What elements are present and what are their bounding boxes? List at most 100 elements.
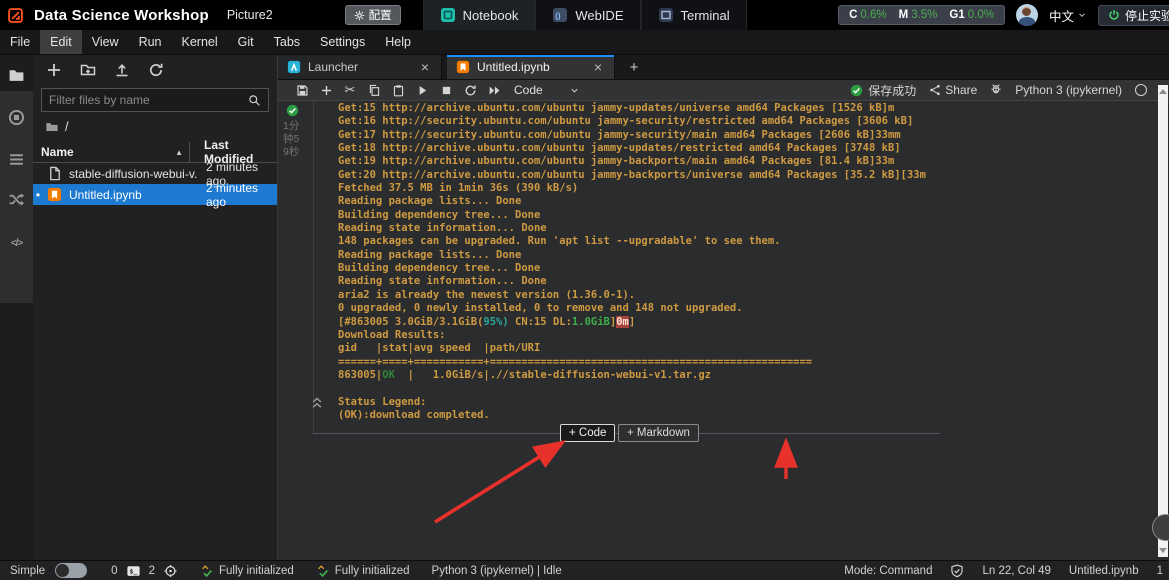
top-nav-terminal[interactable]: Terminal [641, 0, 747, 30]
menu-help[interactable]: Help [375, 30, 421, 54]
stat-g1: G10.0% [949, 9, 994, 21]
file-row[interactable]: •Untitled.ipynb2 minutes ago [33, 184, 277, 205]
add-markdown-cell-button[interactable]: + Markdown [618, 424, 699, 442]
output-line: Get:16 http://security.ubuntu.com/ubuntu… [338, 115, 1148, 128]
tab-label: Untitled.ipynb [477, 60, 550, 74]
activity-code-icon[interactable]: </> [0, 231, 33, 255]
output-line: Status Legend: [338, 396, 1148, 409]
menu-settings[interactable]: Settings [310, 30, 375, 54]
activity-folder-icon[interactable] [0, 63, 33, 87]
user-avatar[interactable] [1016, 4, 1038, 26]
vertical-scrollbar[interactable] [1158, 85, 1168, 557]
stop-icon[interactable] [434, 82, 458, 98]
menu-view[interactable]: View [82, 30, 129, 54]
menu-tabs[interactable]: Tabs [264, 30, 310, 54]
terminal-badge-icon[interactable]: $_ [126, 564, 141, 578]
close-icon[interactable]: × [418, 59, 432, 75]
app-window: Data Science Workshop Picture2 配置 Notebo… [0, 0, 1169, 580]
restart-icon[interactable] [458, 82, 482, 98]
output-line [338, 382, 1148, 395]
chevron-down-icon [1077, 10, 1087, 20]
stop-experiment-button[interactable]: 停止实验 [1098, 5, 1169, 26]
kernel-name-label[interactable]: Python 3 (ipykernel) [1015, 83, 1122, 97]
run-all-icon[interactable] [482, 82, 506, 98]
mode-indicator[interactable]: Mode: Command [844, 565, 932, 577]
sort-asc-icon: ▲ [175, 148, 183, 157]
close-icon[interactable]: × [591, 59, 605, 75]
copy-icon[interactable] [362, 82, 386, 98]
add-cell-icon[interactable] [314, 82, 338, 98]
upload-icon[interactable] [114, 62, 131, 79]
webide-app-icon: () [552, 7, 568, 23]
add-code-cell-button[interactable]: + Code [560, 424, 615, 442]
output-line: Get:18 http://archive.ubuntu.com/ubuntu … [338, 142, 1148, 155]
activity-shuffle-icon[interactable] [0, 187, 33, 211]
cell-type-dropdown[interactable]: Code [514, 83, 580, 97]
gear-icon [354, 10, 365, 21]
activity-stop-circle-icon[interactable] [0, 105, 33, 129]
top-nav-notebook[interactable]: Notebook [423, 0, 536, 30]
add-tab-icon[interactable]: + [620, 55, 648, 79]
git-status-2[interactable]: Fully initialized [316, 564, 410, 578]
new-launcher-icon[interactable] [46, 62, 63, 79]
share-icon [929, 84, 941, 96]
output-line: Get:19 http://archive.ubuntu.com/ubuntu … [338, 155, 1148, 168]
stat-c: C0.6% [849, 9, 887, 21]
run-icon[interactable] [410, 82, 434, 98]
breadcrumb[interactable]: / [45, 118, 68, 136]
trust-shield-icon[interactable] [950, 564, 964, 578]
notebook-file-icon [456, 60, 470, 74]
kernel-status-icon[interactable] [1135, 84, 1147, 96]
output-line: Reading package lists... Done [338, 195, 1148, 208]
brand-logo-icon [0, 7, 30, 24]
cell-success-check-icon [286, 104, 299, 117]
scrollbar-up-arrow-icon[interactable] [1159, 89, 1167, 94]
output-line: (OK):download completed. [338, 409, 1148, 422]
search-icon [248, 94, 261, 107]
output-line: Building dependency tree... Done [338, 262, 1148, 275]
breadcrumb-root[interactable]: / [65, 120, 68, 134]
notification-count[interactable]: 1 [1157, 565, 1163, 577]
cursor-position[interactable]: Ln 22, Col 49 [982, 565, 1050, 577]
simple-mode-toggle[interactable] [55, 563, 87, 578]
active-filename[interactable]: Untitled.ipynb [1069, 565, 1139, 577]
red-arrow-to-code-button [435, 444, 560, 522]
kernel-gear-icon[interactable] [163, 564, 178, 578]
menu-git[interactable]: Git [228, 30, 264, 54]
nav-tab-label: Notebook [463, 8, 519, 23]
config-button[interactable]: 配置 [345, 5, 401, 25]
git-status-1[interactable]: Fully initialized [200, 564, 294, 578]
collapse-output-chevrons-icon[interactable] [310, 395, 324, 411]
paste-icon[interactable] [386, 82, 410, 98]
file-filter-box[interactable] [41, 88, 269, 112]
file-browser-toolbar [33, 55, 277, 85]
language-dropdown[interactable]: 中文 [1049, 6, 1087, 25]
cut-icon[interactable]: ✂ [338, 82, 362, 98]
cell-output: Get:15 http://archive.ubuntu.com/ubuntu … [338, 102, 1148, 422]
output-line: ======+====+===========+================… [338, 356, 1148, 369]
activity-list-icon[interactable] [0, 147, 33, 171]
nav-tab-label: Terminal [681, 8, 730, 23]
nav-tab-label: WebIDE [575, 8, 623, 23]
file-filter-input[interactable] [49, 93, 248, 107]
new-folder-icon[interactable] [80, 62, 97, 79]
activity-bar: </> [0, 55, 33, 560]
share-button[interactable]: Share [929, 83, 977, 97]
file-list: stable-diffusion-webui-v...2 minutes ago… [33, 163, 277, 205]
menu-file[interactable]: File [0, 30, 40, 54]
menu-run[interactable]: Run [129, 30, 172, 54]
scrollbar-down-arrow-icon[interactable] [1159, 548, 1167, 553]
refresh-icon[interactable] [148, 62, 165, 79]
debugger-bug-icon[interactable] [990, 82, 1002, 98]
save-icon[interactable] [290, 82, 314, 98]
kernels-count[interactable]: 2 [149, 565, 155, 577]
terminals-count[interactable]: 0 [111, 565, 117, 577]
top-nav-webide[interactable]: () WebIDE [535, 0, 640, 30]
menu-kernel[interactable]: Kernel [172, 30, 228, 54]
kernel-status-label[interactable]: Python 3 (ipykernel) | Idle [432, 565, 562, 577]
column-header-name[interactable]: Name ▲ [33, 142, 190, 162]
doc-tab-launcher[interactable]: Launcher× [278, 55, 442, 79]
doc-tab-untitled-ipynb[interactable]: Untitled.ipynb × [447, 55, 615, 79]
stat-m: M3.5% [899, 9, 938, 21]
menu-edit[interactable]: Edit [40, 30, 82, 54]
